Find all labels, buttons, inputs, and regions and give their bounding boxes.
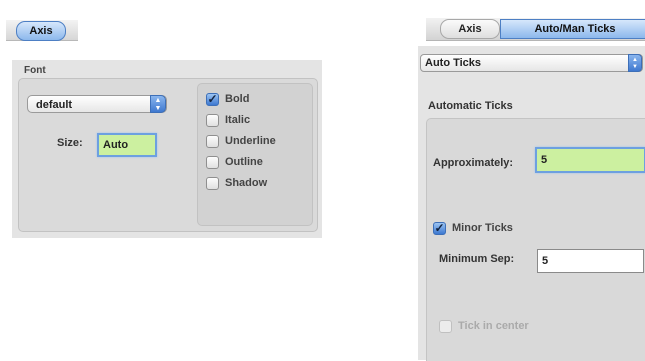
left-tab-bar: Axis xyxy=(6,20,78,42)
tab-auto-man-ticks[interactable]: Auto/Man Ticks xyxy=(500,19,645,39)
font-panel: Font default ▲ ▼ Size: Auto ✓ Bold Italic… xyxy=(12,60,322,238)
tick-in-center-label: Tick in center xyxy=(458,320,529,332)
updown-arrows-icon: ▲ ▼ xyxy=(628,54,642,72)
italic-label: Italic xyxy=(225,114,251,126)
font-style-group: ✓ Bold Italic Underline Outline Shadow xyxy=(197,83,313,226)
approximately-label: Approximately: xyxy=(433,157,514,169)
checkbox-box xyxy=(439,320,452,333)
checkbox-box xyxy=(206,135,219,148)
ticks-panel: Axis Auto/Man Ticks Auto Ticks ▲ ▼ Automa… xyxy=(418,0,645,361)
size-label: Size: xyxy=(57,137,83,149)
tick-mode-popup[interactable]: Auto Ticks ▲ ▼ xyxy=(420,54,643,72)
outline-label: Outline xyxy=(225,156,263,168)
minor-ticks-label: Minor Ticks xyxy=(452,222,513,234)
minimum-sep-field[interactable]: 5 xyxy=(537,249,644,273)
shadow-label: Shadow xyxy=(225,177,268,189)
minimum-sep-label: Minimum Sep: xyxy=(439,253,515,265)
font-family-popup[interactable]: default ▲ ▼ xyxy=(27,95,167,113)
tab-axis[interactable]: Axis xyxy=(16,21,66,41)
approximately-field[interactable]: 5 xyxy=(535,147,645,173)
checkbox-box xyxy=(206,156,219,169)
size-field[interactable]: Auto xyxy=(97,133,157,157)
automatic-ticks-group: Approximately: 5 ✓ Minor Ticks Minimum S… xyxy=(426,118,645,361)
automatic-ticks-title: Automatic Ticks xyxy=(428,100,513,112)
checkbox-box xyxy=(206,177,219,190)
tab-axis-secondary[interactable]: Axis xyxy=(440,19,500,39)
font-family-value: default xyxy=(36,99,73,111)
updown-arrows-icon: ▲ ▼ xyxy=(150,95,166,113)
bold-label: Bold xyxy=(225,93,250,105)
underline-label: Underline xyxy=(225,135,276,147)
ticks-tab-bar: Axis Auto/Man Ticks xyxy=(426,18,645,41)
font-group-label: Font xyxy=(24,65,46,76)
checkbox-box xyxy=(206,114,219,127)
checkmark-icon: ✓ xyxy=(433,221,446,235)
checkmark-icon: ✓ xyxy=(206,92,219,106)
tick-mode-value: Auto Ticks xyxy=(425,57,482,69)
font-group: default ▲ ▼ Size: Auto ✓ Bold Italic Unde… xyxy=(18,78,318,232)
